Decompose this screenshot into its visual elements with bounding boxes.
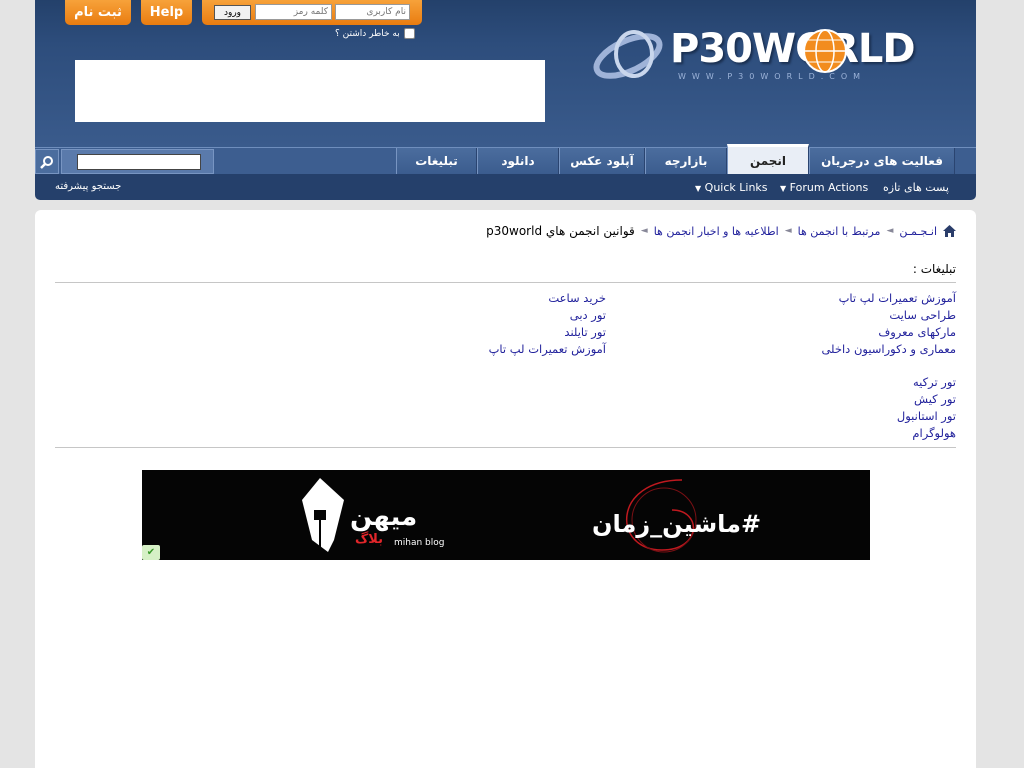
remember-label: به خاطر داشتن ؟ (335, 28, 400, 39)
help-button[interactable]: Help (141, 0, 192, 25)
breadcrumb-current: قوانین انجمن هاي p30world (486, 224, 635, 238)
search-container (61, 149, 214, 174)
ad-link[interactable]: خرید ساعت (548, 291, 606, 305)
tab-download[interactable]: دانلود (477, 148, 559, 174)
ad-link[interactable]: معماری و دکوراسیون داخلی (821, 342, 956, 356)
divider (55, 282, 956, 283)
quick-links-label: Quick Links (704, 181, 768, 194)
banner-hashtag-text: #ماشین_زمان (592, 510, 762, 538)
search-icon (40, 155, 53, 169)
ad-link[interactable]: طراحی سایت (889, 308, 956, 322)
tab-market[interactable]: بازارچه (645, 148, 727, 174)
globe-icon (803, 29, 847, 73)
search-button[interactable] (35, 149, 59, 174)
home-icon[interactable] (943, 225, 956, 237)
checkmark-badge-icon[interactable]: ✔ (142, 545, 160, 560)
remember-checkbox[interactable] (403, 28, 415, 39)
username-input[interactable] (335, 4, 410, 20)
main-content: انـجـمـن ◄ مرتبط با انجمن ها ◄ اطلاعیه ه… (35, 210, 976, 768)
main-navbar: فعالیت های درجریان انجمن بازارچه آپلود ع… (35, 144, 976, 175)
divider (55, 447, 956, 448)
ad-link[interactable]: تور دبی (570, 308, 606, 322)
breadcrumb-related[interactable]: مرتبط با انجمن ها (798, 225, 881, 238)
banner-mihan-sub: mihan blog (394, 538, 445, 548)
password-input[interactable] (255, 4, 332, 20)
ad-link[interactable]: تور کیش (914, 392, 956, 406)
advanced-search-link[interactable]: جستجو پیشرفته (55, 181, 121, 192)
login-form: ورود (202, 0, 422, 25)
ad-link[interactable]: تور تایلند (564, 325, 606, 339)
breadcrumb-announcements[interactable]: اطلاعیه ها و اخبار انجمن ها (654, 225, 779, 238)
chevron-down-icon: ▼ (780, 184, 787, 193)
tab-activity[interactable]: فعالیت های درجریان (809, 148, 955, 174)
breadcrumb-separator-icon: ◄ (784, 226, 792, 236)
ad-link[interactable]: تور ترکیه (913, 375, 956, 389)
tab-image-upload[interactable]: آپلود عکس (559, 148, 645, 174)
ad-link[interactable]: تور استانبول (897, 409, 956, 423)
ad-link[interactable]: هولوگرام (912, 426, 956, 440)
mihanblog-banner[interactable]: #ماشین_زمان میهن بلاگ mihan blog (142, 470, 870, 560)
logo-subtext: WWW.P30WORLD.COM (678, 72, 867, 81)
header-ad-placeholder (75, 60, 545, 122)
ad-link[interactable]: آموزش تعمیرات لپ تاپ (839, 291, 956, 305)
site-logo[interactable]: P30WORLD WWW.P30WORLD.COM (590, 22, 935, 90)
login-button[interactable]: ورود (214, 5, 251, 20)
new-posts-link[interactable]: پست های تازه (883, 181, 949, 194)
breadcrumb-forum[interactable]: انـجـمـن (899, 225, 937, 238)
forum-actions-label: Forum Actions (789, 181, 869, 194)
banner-mihan-text: میهن (350, 502, 418, 532)
site-header: ثبت نام Help ورود به خاطر داشتن ؟ P30WOR… (35, 0, 976, 147)
breadcrumb: انـجـمـن ◄ مرتبط با انجمن ها ◄ اطلاعیه ه… (486, 224, 956, 238)
tab-forum[interactable]: انجمن (727, 144, 809, 175)
quick-links-menu[interactable]: ▼ Quick Links (695, 181, 768, 194)
remember-me[interactable]: به خاطر داشتن ؟ (335, 28, 415, 39)
logo-text: P30WORLD (670, 26, 916, 72)
signup-button[interactable]: ثبت نام (65, 0, 131, 25)
chevron-down-icon: ▼ (695, 184, 702, 193)
banner-balag-text: بلاگ (355, 532, 384, 547)
logo-swirl-icon (593, 30, 663, 79)
breadcrumb-separator-icon: ◄ (886, 226, 894, 236)
forum-actions-menu[interactable]: ▼ Forum Actions (780, 181, 868, 194)
tab-ads[interactable]: تبلیغات (396, 148, 477, 174)
ads-title: تبلیغات : (912, 262, 956, 276)
sub-navbar: پست های تازه ▼ Forum Actions ▼ Quick Lin… (35, 174, 976, 200)
ad-link[interactable]: آموزش تعمیرات لپ تاپ (489, 342, 606, 356)
search-input[interactable] (77, 154, 201, 170)
breadcrumb-separator-icon: ◄ (640, 226, 648, 236)
ad-link[interactable]: مارکهای معروف (878, 325, 956, 339)
